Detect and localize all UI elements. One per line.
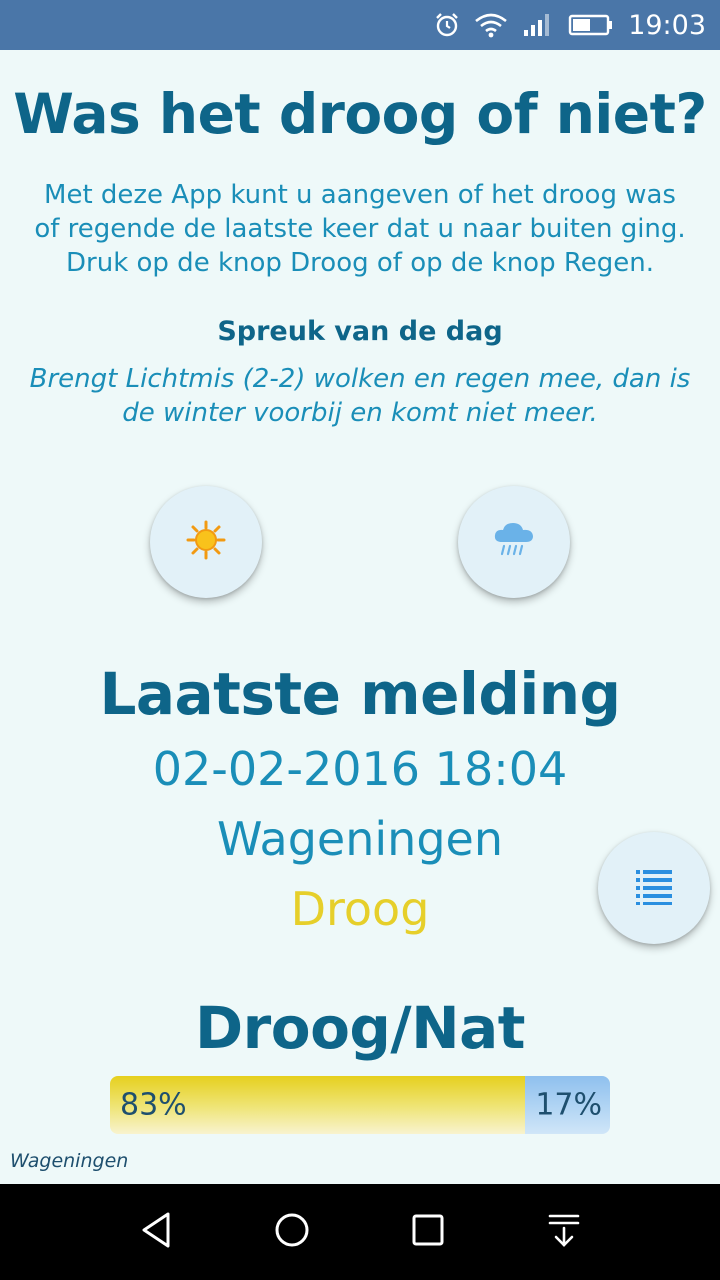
intro-line: of regende de laatste keer dat u naar bu… <box>34 214 686 244</box>
rain-button[interactable] <box>458 486 570 598</box>
dry-button[interactable] <box>150 486 262 598</box>
dry-wet-ratio-bar: 83% 17% <box>110 1076 610 1134</box>
quote-line: de winter voorbij en komt niet meer. <box>122 398 598 428</box>
wifi-icon <box>474 12 508 38</box>
signal-icon <box>522 12 554 38</box>
quote-text: Brengt Lichtmis (2-2) wolken en regen me… <box>16 362 704 430</box>
intro-line: Druk op de knop Droog of op de knop Rege… <box>66 248 654 278</box>
quote-title: Spreuk van de dag <box>217 316 503 347</box>
battery-icon <box>568 12 614 38</box>
status-bar: 19:03 <box>0 0 720 50</box>
recent-apps-button[interactable] <box>404 1208 452 1256</box>
notification-pull-button[interactable] <box>540 1208 588 1256</box>
history-list-button[interactable] <box>598 832 710 944</box>
alarm-icon <box>434 12 460 38</box>
ratio-heading: Droog/Nat <box>194 994 526 1062</box>
location-label: Wageningen <box>10 1150 129 1172</box>
last-report-datetime: 02-02-2016 18:04 <box>152 742 568 796</box>
sun-icon <box>186 520 226 565</box>
status-time: 19:03 <box>628 9 706 41</box>
page-title: Was het droog of niet? <box>13 82 707 146</box>
list-icon <box>634 866 674 911</box>
home-icon <box>272 1210 312 1255</box>
recent-apps-icon <box>408 1210 448 1255</box>
main-content: Was het droog of niet? Met deze App kunt… <box>0 50 720 1184</box>
intro-line: Met deze App kunt u aangeven of het droo… <box>44 180 676 210</box>
last-report-heading: Laatste melding <box>99 660 621 728</box>
navigation-bar <box>0 1184 720 1280</box>
rain-cloud-icon <box>492 520 536 565</box>
back-button[interactable] <box>132 1208 180 1256</box>
dry-percent-label: 83% <box>120 1087 187 1123</box>
home-button[interactable] <box>268 1208 316 1256</box>
quote-line: Brengt Lichtmis (2-2) wolken en regen me… <box>29 364 691 394</box>
wet-percent-label: 17% <box>535 1087 602 1123</box>
notification-pull-icon <box>544 1210 584 1255</box>
back-icon <box>138 1210 174 1255</box>
wet-ratio-segment: 17% <box>525 1076 610 1134</box>
intro-text: Met deze App kunt u aangeven of het droo… <box>20 178 700 280</box>
dry-ratio-segment: 83% <box>110 1076 525 1134</box>
